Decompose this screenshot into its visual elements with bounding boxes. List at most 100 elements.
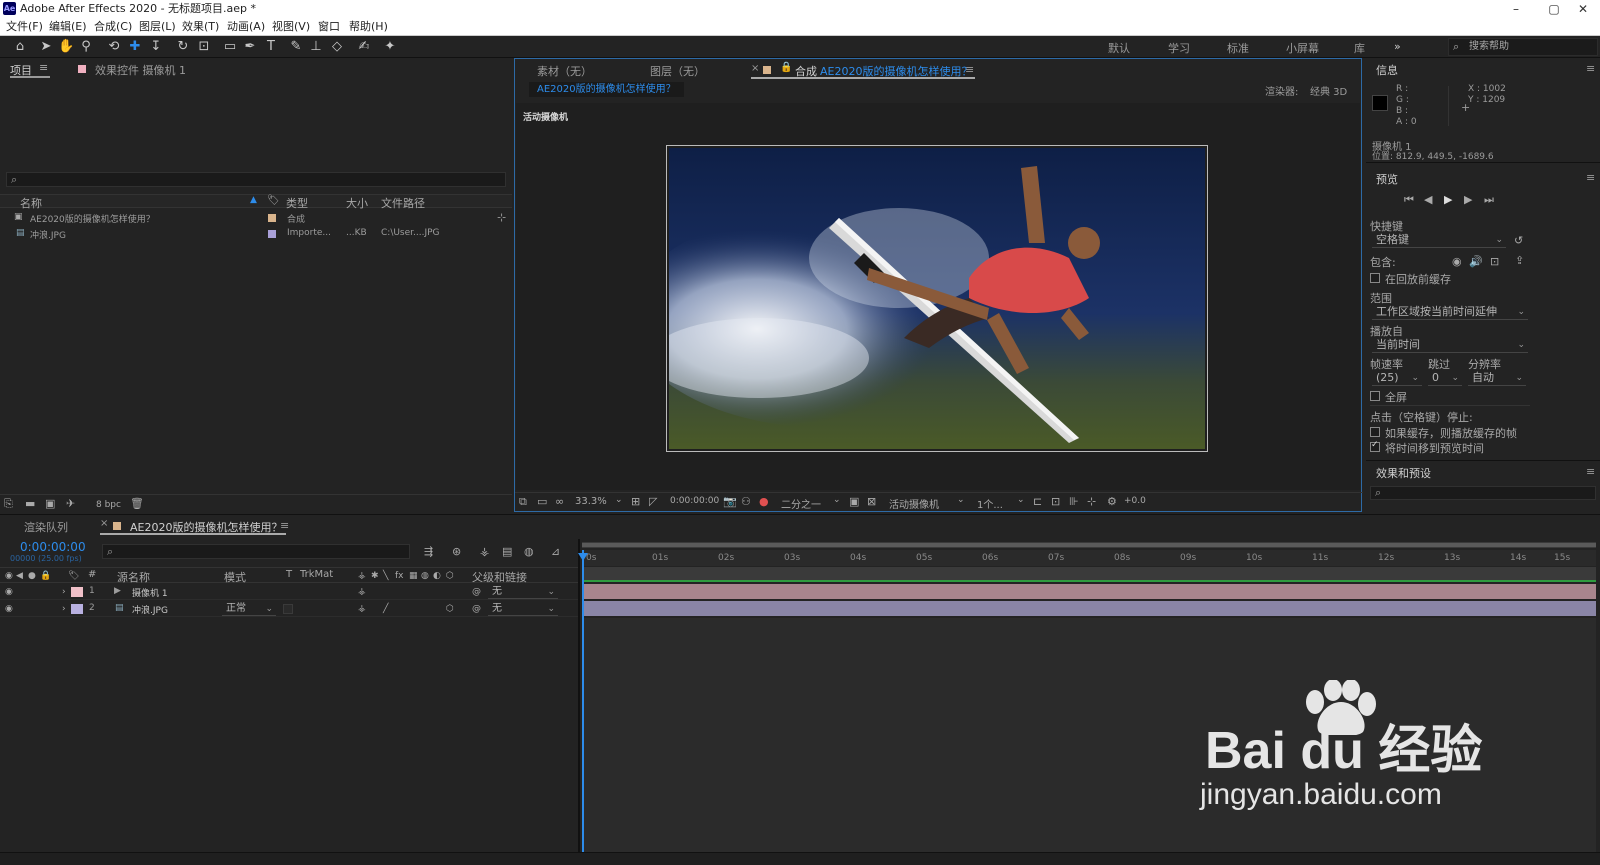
cache-before-playback-checkbox[interactable] [1370, 273, 1380, 283]
always-preview-icon[interactable]: ⧉ [519, 496, 527, 508]
fullscreen-checkbox[interactable] [1370, 391, 1380, 401]
monitor-icon[interactable]: ▭ [537, 496, 547, 508]
lock-switch-icon[interactable]: 🔒 [40, 570, 51, 582]
panel-menu-icon[interactable]: ≡ [39, 62, 48, 74]
label-tag-icon[interactable]: 🏷 [267, 195, 280, 206]
column-trkmat[interactable]: TrkMat [300, 569, 333, 580]
panel-menu-icon[interactable]: ≡ [1586, 62, 1595, 75]
skip-dropdown[interactable]: 0 ⌄ [1428, 371, 1462, 386]
parent-dropdown[interactable]: 无 ⌄ [488, 602, 558, 616]
zoom-dropdown[interactable]: 33.3% [575, 496, 607, 507]
time-navigator[interactable] [582, 542, 1596, 548]
column-name[interactable]: 名称 [20, 195, 42, 211]
column-size[interactable]: 大小 [346, 195, 368, 211]
audio-switch-icon[interactable]: ◀ [16, 570, 23, 582]
last-frame-icon[interactable]: ⏭ [1484, 194, 1494, 206]
graph-editor-icon[interactable]: ⊿ [551, 546, 560, 558]
eye-icon[interactable]: ◉ [5, 586, 13, 598]
column-type[interactable]: 类型 [286, 195, 308, 211]
vr-icon[interactable]: ∞ [555, 496, 564, 508]
preserve-transparency-checkbox[interactable] [283, 604, 293, 614]
column-source-name[interactable]: 源名称 [117, 569, 150, 585]
shortcut-dropdown[interactable]: 空格键 ⌄ [1372, 233, 1506, 248]
workspace-more-button[interactable]: » [1394, 40, 1401, 53]
adjust-project-icon[interactable]: ✈ [66, 498, 75, 510]
pen-tool-icon[interactable]: ✒ [242, 39, 258, 55]
workspace-default[interactable]: 默认 [1108, 40, 1130, 56]
orbit-camera-tool-icon[interactable]: ⟲ [106, 39, 122, 55]
panel-menu-icon[interactable]: ≡ [1586, 465, 1595, 478]
roto-brush-tool-icon[interactable]: ✍ [356, 39, 372, 55]
type-tool-icon[interactable]: T [263, 39, 279, 55]
region-of-interest-icon[interactable]: ▣ [849, 496, 859, 508]
parent-dropdown[interactable]: 无 ⌄ [488, 585, 558, 599]
snapshot-camera-icon[interactable]: 📷 [723, 496, 737, 508]
column-file-path[interactable]: 文件路径 [381, 195, 425, 211]
work-area-bar[interactable] [582, 567, 1596, 582]
layer-label-swatch[interactable] [71, 587, 83, 597]
layer-name[interactable]: 摄像机 1 [132, 586, 168, 599]
include-audio-icon[interactable]: 🔊 [1469, 256, 1483, 268]
search-help-input[interactable]: ⌕ 搜索帮助 [1448, 38, 1598, 56]
bpc-button[interactable]: 8 bpc [96, 499, 121, 511]
video-switch-icon[interactable]: ◉ [5, 570, 13, 582]
timeline-search-input[interactable]: ⌕ [102, 544, 410, 559]
puppet-tool-icon[interactable]: ✦ [382, 39, 398, 55]
comp-breadcrumb[interactable]: AE2020版的摄像机怎样使用？ [529, 82, 684, 97]
menu-edit[interactable]: 编辑(E) [49, 18, 87, 36]
lock-icon[interactable]: 🔒 [780, 62, 792, 73]
toggle-pixel-icon[interactable]: ⊏ [1033, 496, 1042, 508]
show-snapshot-icon[interactable]: ⚇ [741, 496, 751, 508]
layer-label-swatch[interactable] [71, 604, 83, 614]
layer-duration-bar[interactable] [582, 601, 1596, 616]
effects-presets-title[interactable]: 效果和预设 [1376, 465, 1431, 481]
label-swatch[interactable] [268, 214, 276, 222]
menu-composition[interactable]: 合成(C) [94, 18, 132, 36]
home-icon[interactable]: ⌂ [12, 39, 28, 55]
playhead[interactable] [582, 550, 584, 865]
shy-layers-icon[interactable]: ⚶ [480, 546, 489, 558]
menu-layer[interactable]: 图层(L) [139, 18, 176, 36]
reset-icon[interactable]: ↺ [1514, 235, 1523, 247]
mask-visibility-icon[interactable]: ◸ [649, 496, 657, 508]
expand-chevron-icon[interactable]: › [62, 586, 66, 598]
previous-frame-icon[interactable]: ◀ [1424, 194, 1432, 206]
current-timecode[interactable]: 0:00:00:00 [20, 540, 86, 554]
eye-icon[interactable]: ◉ [5, 603, 13, 615]
workspace-standard[interactable]: 标准 [1227, 40, 1249, 56]
3d-layer-switch-icon[interactable]: ⬡ [446, 603, 454, 615]
effects-search-input[interactable]: ⌕ [1370, 486, 1596, 500]
workspace-libraries[interactable]: 库 [1354, 40, 1365, 56]
next-frame-icon[interactable]: ▶ [1464, 194, 1472, 206]
menu-file[interactable]: 文件(F) [6, 18, 43, 36]
navigator-bar[interactable] [582, 543, 1596, 547]
project-search-input[interactable]: ⌕ [6, 172, 506, 187]
export-icon[interactable]: ⇪ [1515, 255, 1524, 267]
layer-duration-bar[interactable] [582, 584, 1596, 599]
fast-preview-icon[interactable]: ⊪ [1069, 496, 1079, 508]
table-row[interactable]: ▤ 冲浪.JPG Importe... ...KB C:\User....JPG [0, 226, 512, 241]
workspace-small-screen[interactable]: 小屏幕 [1286, 40, 1319, 56]
fps-dropdown[interactable]: (25) ⌄ [1372, 371, 1422, 386]
close-button[interactable]: ✕ [1565, 0, 1600, 18]
close-tab-icon[interactable]: × [751, 63, 759, 74]
label-tag-icon[interactable]: 🏷 [68, 570, 79, 582]
include-video-icon[interactable]: ◉ [1452, 256, 1462, 268]
first-frame-icon[interactable]: ⏮ [1404, 194, 1414, 206]
column-t[interactable]: T [286, 569, 292, 580]
frame-blending-icon[interactable]: ▤ [502, 546, 512, 558]
tab-effect-controls[interactable]: 效果控件 摄像机 1 [95, 62, 186, 78]
3d-switch-icon[interactable]: ⬡ [446, 570, 454, 582]
shy-switch-icon[interactable]: ⚶ [358, 603, 366, 615]
safe-margins-icon[interactable]: ⊞ [631, 496, 640, 508]
selection-tool-icon[interactable]: ➤ [38, 39, 54, 55]
new-composition-icon[interactable]: ▣ [45, 498, 55, 510]
rotate-tool-icon[interactable]: ↻ [175, 39, 191, 55]
menu-effect[interactable]: 效果(T) [182, 18, 219, 36]
label-swatch[interactable] [268, 230, 276, 238]
reset-exposure-icon[interactable]: ⊡ [1051, 496, 1060, 508]
move-time-checkbox[interactable] [1370, 440, 1380, 452]
resolution-dropdown[interactable]: 自动 ⌄ [1468, 371, 1526, 386]
draft-3d-icon[interactable]: ⊛ [452, 546, 461, 558]
flowchart-icon[interactable]: ⊹ [497, 211, 506, 224]
